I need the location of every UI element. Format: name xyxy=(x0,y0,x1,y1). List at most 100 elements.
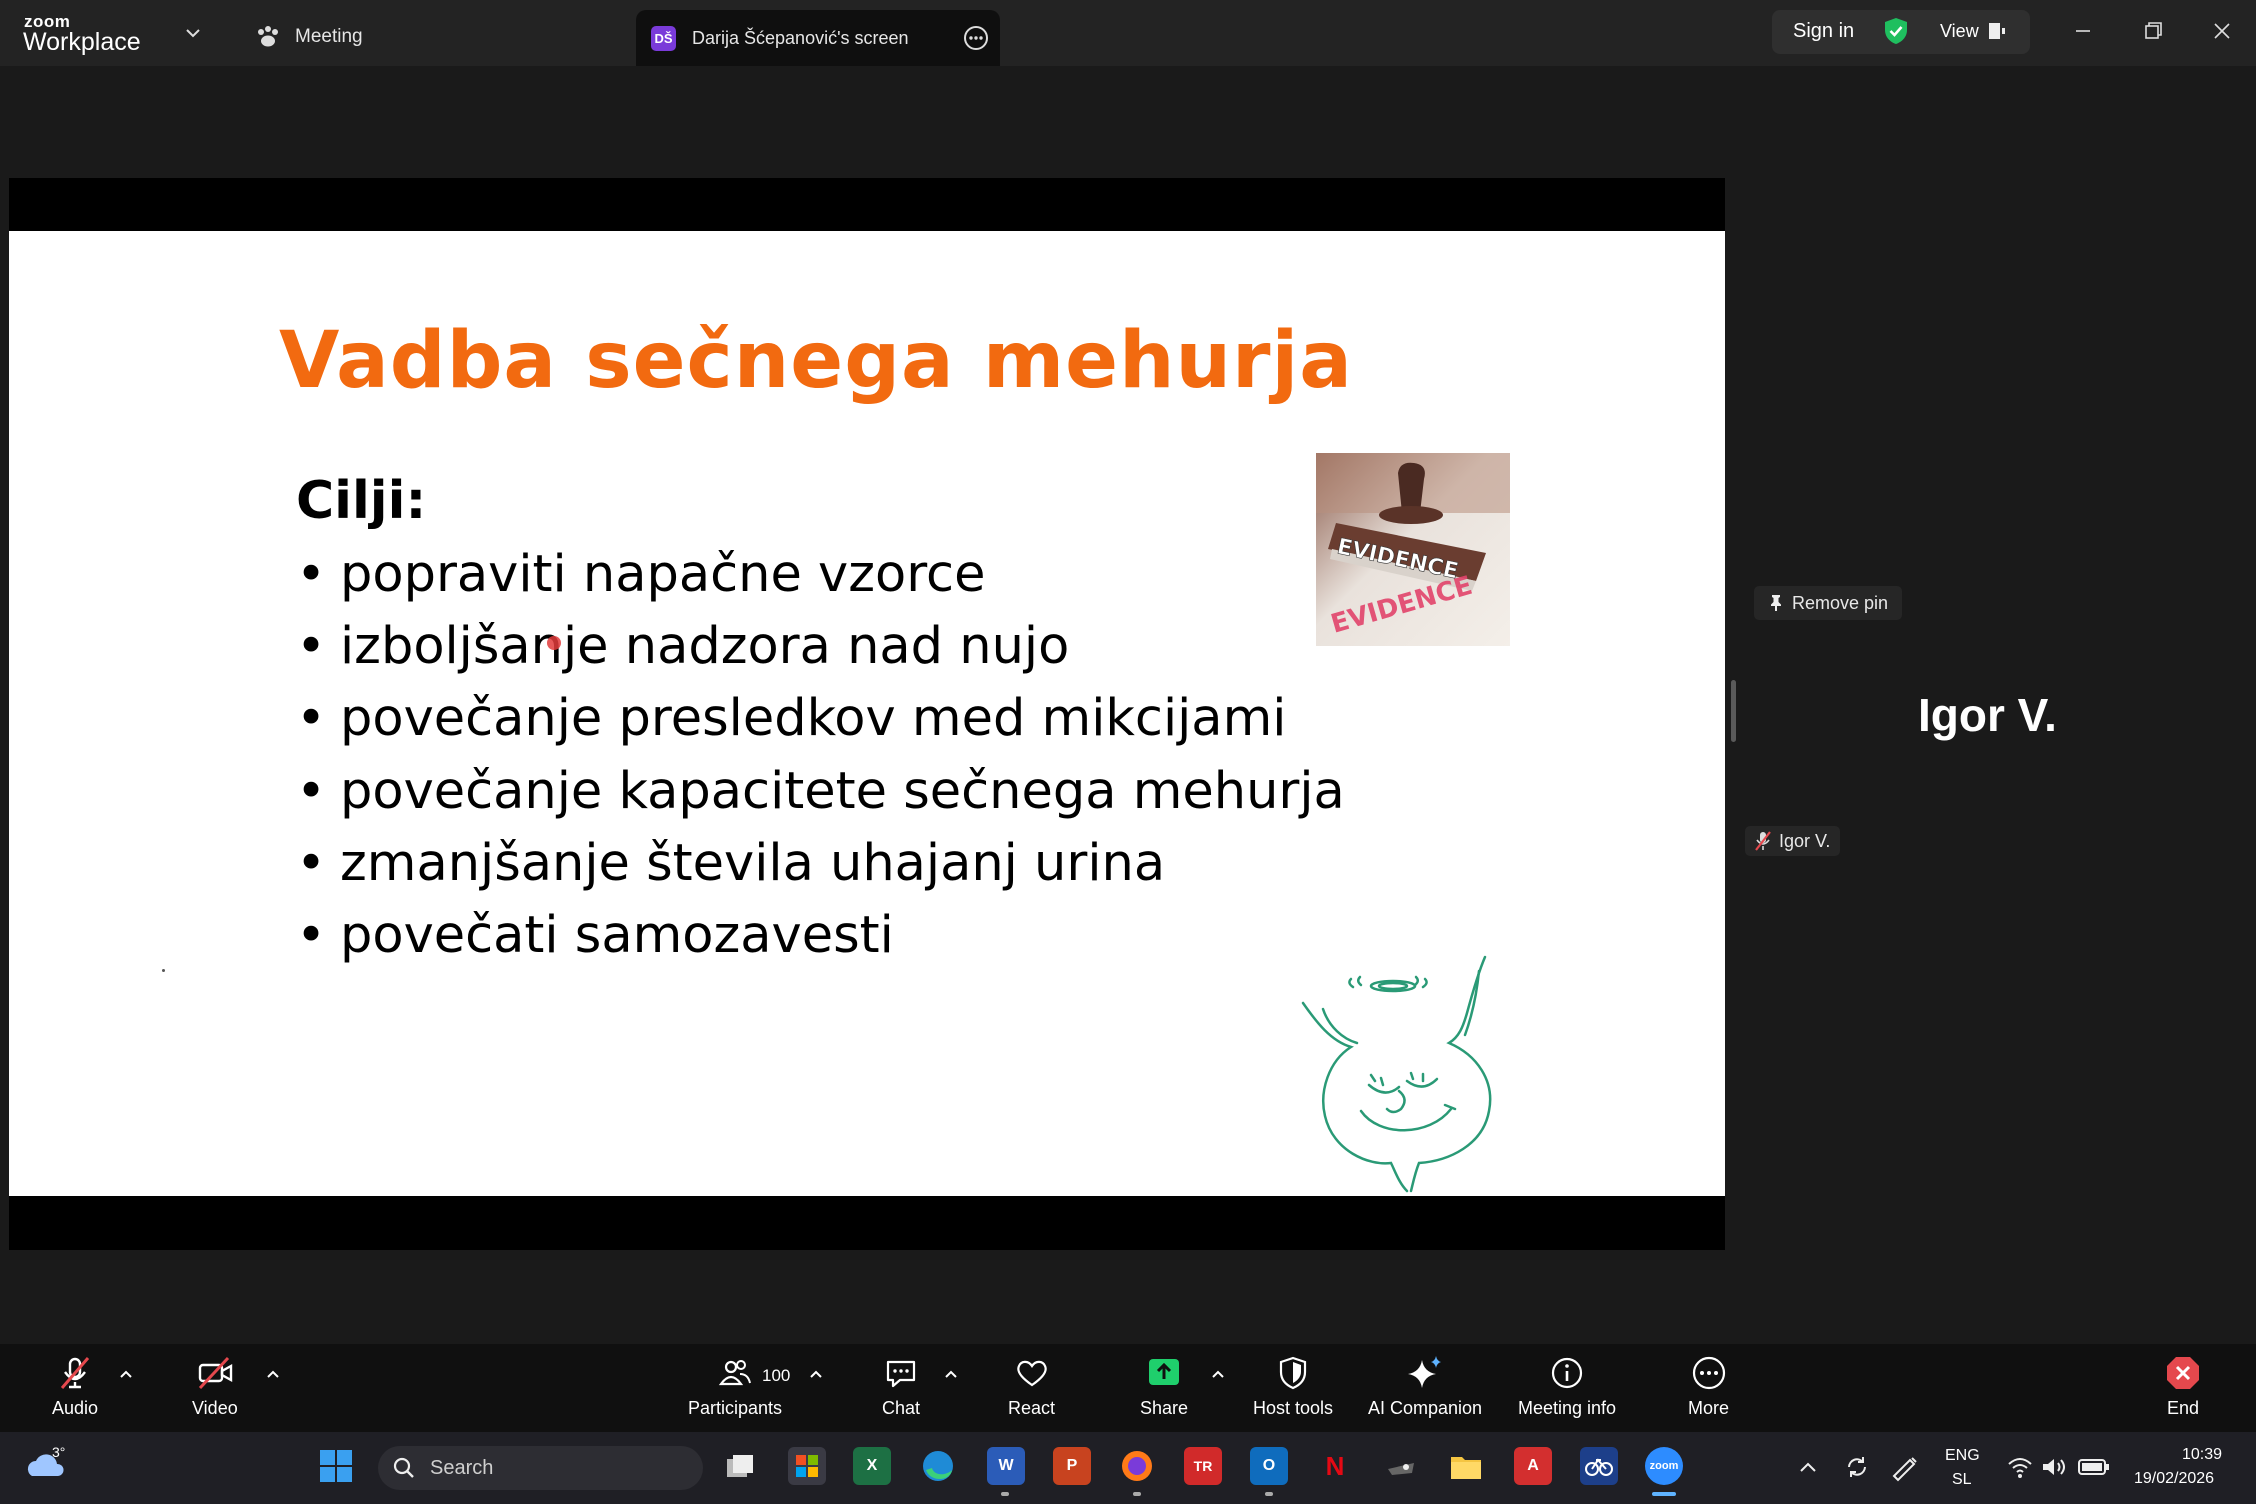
tr-app-icon[interactable]: TR xyxy=(1184,1447,1222,1485)
sync-icon[interactable] xyxy=(1842,1452,1872,1482)
audio-button[interactable]: Audio xyxy=(52,1354,98,1419)
tab-meeting-label: Meeting xyxy=(295,26,363,47)
zoom-app-icon[interactable]: zoom xyxy=(1645,1447,1683,1485)
share-screen-icon xyxy=(1149,1359,1180,1385)
view-layout-icon[interactable] xyxy=(1988,22,2006,40)
meeting-info-label: Meeting info xyxy=(1518,1398,1617,1418)
app-logo-name[interactable]: Workplace xyxy=(23,28,141,57)
keyboard-layout[interactable]: SL xyxy=(1952,1471,1972,1489)
react-button[interactable]: React xyxy=(1008,1354,1055,1419)
remove-pin-label: Remove pin xyxy=(1792,592,1889,613)
laser-pointer xyxy=(547,636,561,650)
input-language[interactable]: ENG xyxy=(1945,1447,1980,1465)
cycling-app-icon[interactable] xyxy=(1580,1447,1618,1485)
search-placeholder: Search xyxy=(430,1456,494,1479)
battery-icon[interactable] xyxy=(2078,1456,2110,1478)
pin-icon xyxy=(1771,595,1781,611)
participants-icon xyxy=(718,1360,751,1386)
participant-name-tag: Igor V. xyxy=(1745,826,1841,856)
minimize-icon[interactable] xyxy=(2068,16,2098,46)
video-label: Video xyxy=(192,1398,238,1418)
end-meeting-icon xyxy=(2167,1357,2199,1389)
slide-speck xyxy=(162,969,165,972)
clock-date[interactable]: 19/02/2026 xyxy=(2134,1470,2214,1488)
video-off-icon xyxy=(198,1356,233,1390)
participants-options-chevron-icon[interactable] xyxy=(808,1366,824,1382)
pen-input-icon[interactable] xyxy=(1890,1452,1920,1482)
running-indicator xyxy=(1133,1492,1141,1496)
tray-overflow-chevron-icon[interactable] xyxy=(1796,1456,1820,1480)
taskbar-search-box[interactable]: Search xyxy=(378,1446,703,1490)
video-options-chevron-icon[interactable] xyxy=(265,1366,281,1382)
acrobat-icon[interactable]: A xyxy=(1514,1447,1552,1485)
participant-tag-label: Igor V. xyxy=(1779,830,1831,851)
sign-in-button[interactable]: Sign in xyxy=(1793,20,1854,43)
more-label: More xyxy=(1688,1398,1730,1418)
participant-video-name: Igor V. xyxy=(1918,689,2057,741)
slide-bullet-list: popraviti napačne vzorce izboljšanje nad… xyxy=(296,539,1345,972)
tab-meeting[interactable]: Meeting xyxy=(255,20,363,54)
share-label: Share xyxy=(1140,1398,1189,1418)
end-meeting-button[interactable]: End xyxy=(2164,1354,2202,1419)
more-options-icon[interactable] xyxy=(962,24,990,52)
edge-browser-icon[interactable] xyxy=(919,1447,957,1485)
audio-options-chevron-icon[interactable] xyxy=(118,1366,134,1382)
slide-subtitle: Cilji: xyxy=(296,471,427,531)
participants-button[interactable]: Participants xyxy=(688,1354,782,1419)
participants-label: Participants xyxy=(688,1398,783,1418)
host-tools-label: Host tools xyxy=(1253,1398,1334,1418)
sparkle-icon xyxy=(1408,1356,1442,1388)
microsoft-store-icon[interactable] xyxy=(788,1447,826,1485)
view-menu-button[interactable]: View xyxy=(1940,21,1979,42)
windows-start-icon[interactable] xyxy=(317,1447,355,1485)
presentation-slide: Vadba sečnega mehurja Cilji: popraviti n… xyxy=(9,231,1725,1196)
clock-time[interactable]: 10:39 xyxy=(2182,1446,2222,1464)
meeting-controls-bar xyxy=(0,1344,2256,1432)
meeting-info-button[interactable]: Meeting info xyxy=(1518,1354,1616,1419)
snipping-tool-icon[interactable] xyxy=(1382,1447,1420,1485)
video-button[interactable]: Video xyxy=(192,1354,238,1419)
panel-resize-handle[interactable] xyxy=(1731,680,1736,742)
audio-label: Audio xyxy=(52,1398,99,1418)
volume-icon[interactable] xyxy=(2040,1454,2068,1480)
more-button[interactable]: More xyxy=(1688,1354,1729,1419)
more-icon xyxy=(1692,1356,1725,1390)
list-item: povečati samozavesti xyxy=(296,900,1345,972)
list-item: zmanjšanje števila uhajanj urina xyxy=(296,828,1345,900)
host-tools-button[interactable]: Host tools xyxy=(1253,1354,1333,1419)
security-shield-icon[interactable] xyxy=(1882,16,1910,46)
netflix-icon[interactable]: N xyxy=(1316,1447,1354,1485)
paw-icon xyxy=(258,26,278,47)
powerpoint-icon[interactable]: P xyxy=(1053,1447,1091,1485)
participant-count-badge: 100 xyxy=(762,1366,791,1385)
remove-pin-button[interactable]: Remove pin xyxy=(1754,586,1903,620)
chat-label: Chat xyxy=(882,1398,921,1418)
excel-icon[interactable]: X xyxy=(853,1447,891,1485)
tab-shared-screen[interactable]: DŠ Darija Šćepanović's screen xyxy=(636,10,1000,66)
chat-icon xyxy=(886,1360,916,1388)
ai-companion-label: AI Companion xyxy=(1368,1398,1483,1418)
file-explorer-icon[interactable] xyxy=(1447,1447,1485,1485)
chevron-down-icon[interactable] xyxy=(182,22,204,44)
outlook-icon[interactable]: O xyxy=(1250,1447,1288,1485)
task-view-icon[interactable] xyxy=(723,1450,757,1484)
list-item: povečanje kapacitete sečnega mehurja xyxy=(296,756,1345,828)
host-shield-icon xyxy=(1279,1356,1307,1390)
end-label: End xyxy=(2166,1398,2200,1418)
chat-options-chevron-icon[interactable] xyxy=(943,1366,959,1382)
word-icon[interactable]: W xyxy=(987,1447,1025,1485)
chat-button[interactable]: Chat xyxy=(882,1354,920,1419)
weather-temperature: 3° xyxy=(52,1444,66,1460)
close-icon[interactable] xyxy=(2207,16,2237,46)
share-button[interactable]: Share xyxy=(1140,1354,1188,1419)
running-indicator xyxy=(1001,1492,1009,1496)
search-icon xyxy=(393,1457,414,1478)
firefox-icon[interactable] xyxy=(1118,1447,1156,1485)
share-options-chevron-icon[interactable] xyxy=(1210,1366,1226,1382)
wifi-icon[interactable] xyxy=(2006,1454,2034,1480)
list-item: izboljšanje nadzora nad nujo xyxy=(296,611,1345,683)
ai-companion-button[interactable]: AI Companion xyxy=(1368,1354,1482,1419)
list-item: povečanje presledkov med mikcijami xyxy=(296,683,1345,755)
smiling-bladder-illustration xyxy=(1301,955,1492,1193)
restore-icon[interactable] xyxy=(2138,16,2168,46)
